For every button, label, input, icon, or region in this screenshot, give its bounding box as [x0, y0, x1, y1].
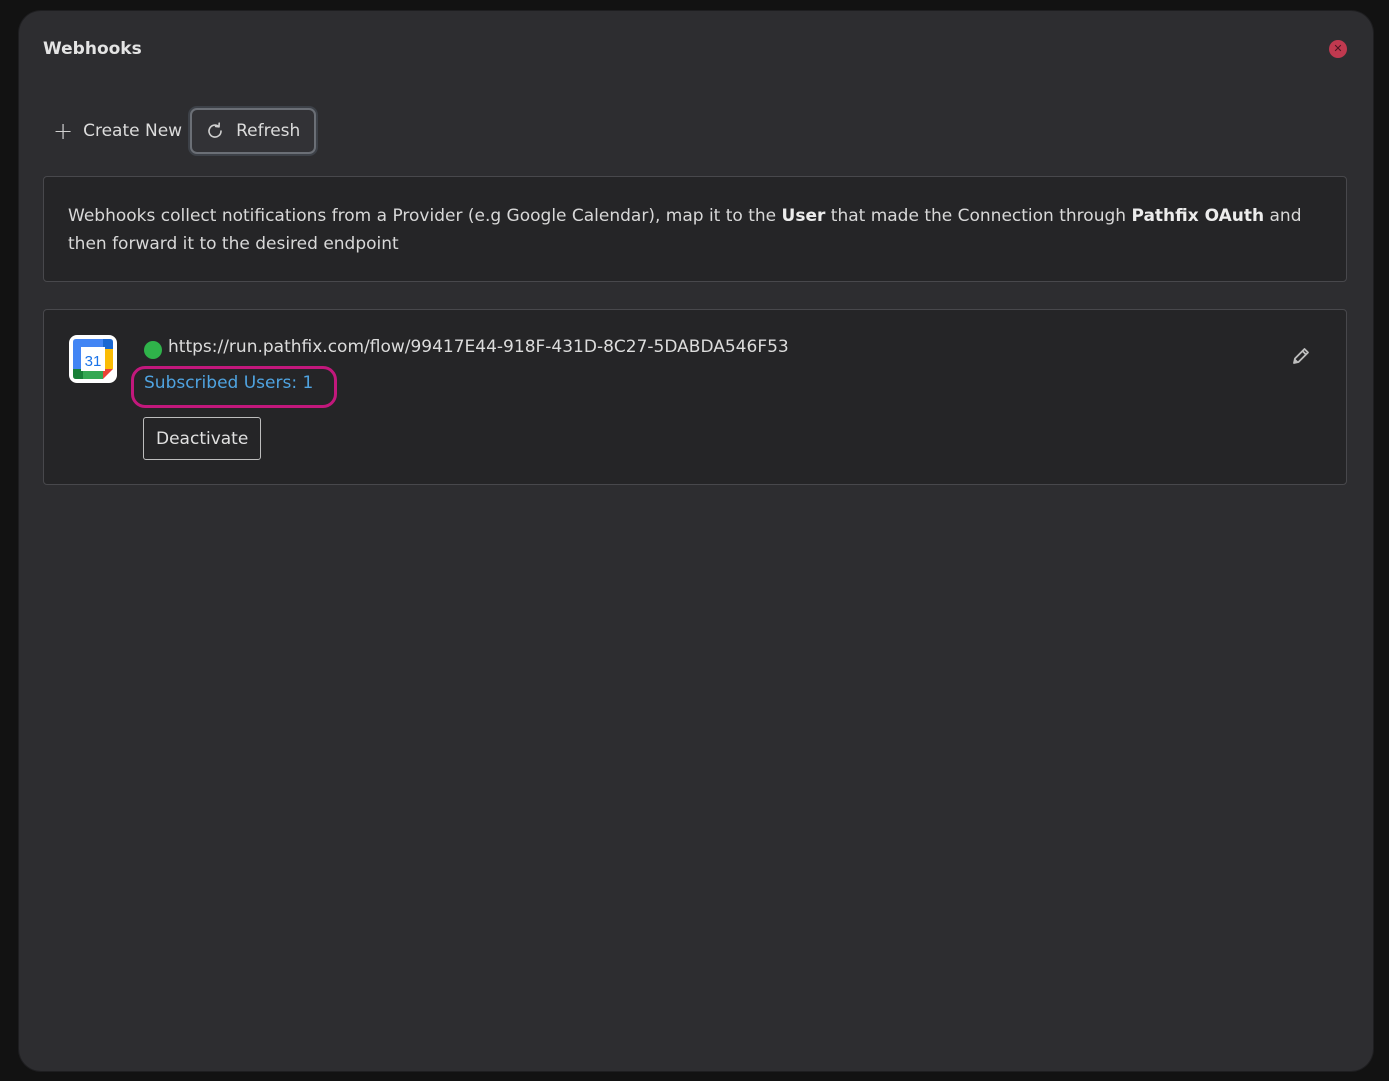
- webhook-card: 31 https://run.pathfix.com/flow/99417E44…: [43, 309, 1347, 485]
- pencil-icon[interactable]: [1290, 345, 1312, 367]
- info-text-2: that made the Connection through: [825, 206, 1132, 226]
- info-text-1: Webhooks collect notifications from a Pr…: [68, 206, 782, 226]
- webhook-url: https://run.pathfix.com/flow/99417E44-91…: [168, 337, 789, 357]
- create-new-button[interactable]: + Create New: [43, 108, 190, 154]
- refresh-label: Refresh: [236, 121, 301, 141]
- create-new-label: Create New: [83, 121, 183, 141]
- info-description: Webhooks collect notifications from a Pr…: [43, 176, 1347, 282]
- deactivate-button[interactable]: Deactivate: [143, 417, 262, 460]
- plus-icon: +: [53, 117, 74, 145]
- info-bold-pathfix: Pathfix OAuth: [1131, 206, 1265, 226]
- refresh-button[interactable]: Refresh: [190, 108, 317, 154]
- subscribed-users-link[interactable]: Subscribed Users: 1: [144, 373, 313, 393]
- status-indicator: [144, 341, 162, 359]
- dialog-title: Webhooks: [43, 39, 142, 59]
- close-icon[interactable]: ✕: [1329, 40, 1347, 58]
- info-bold-user: User: [781, 206, 826, 226]
- webhooks-dialog: Webhooks ✕ + Create New Refresh Webhooks…: [19, 11, 1373, 1071]
- refresh-icon: [208, 122, 222, 138]
- calendar-day-number: 31: [85, 353, 102, 370]
- toolbar: + Create New Refresh: [43, 106, 317, 156]
- google-calendar-icon: 31: [69, 335, 117, 383]
